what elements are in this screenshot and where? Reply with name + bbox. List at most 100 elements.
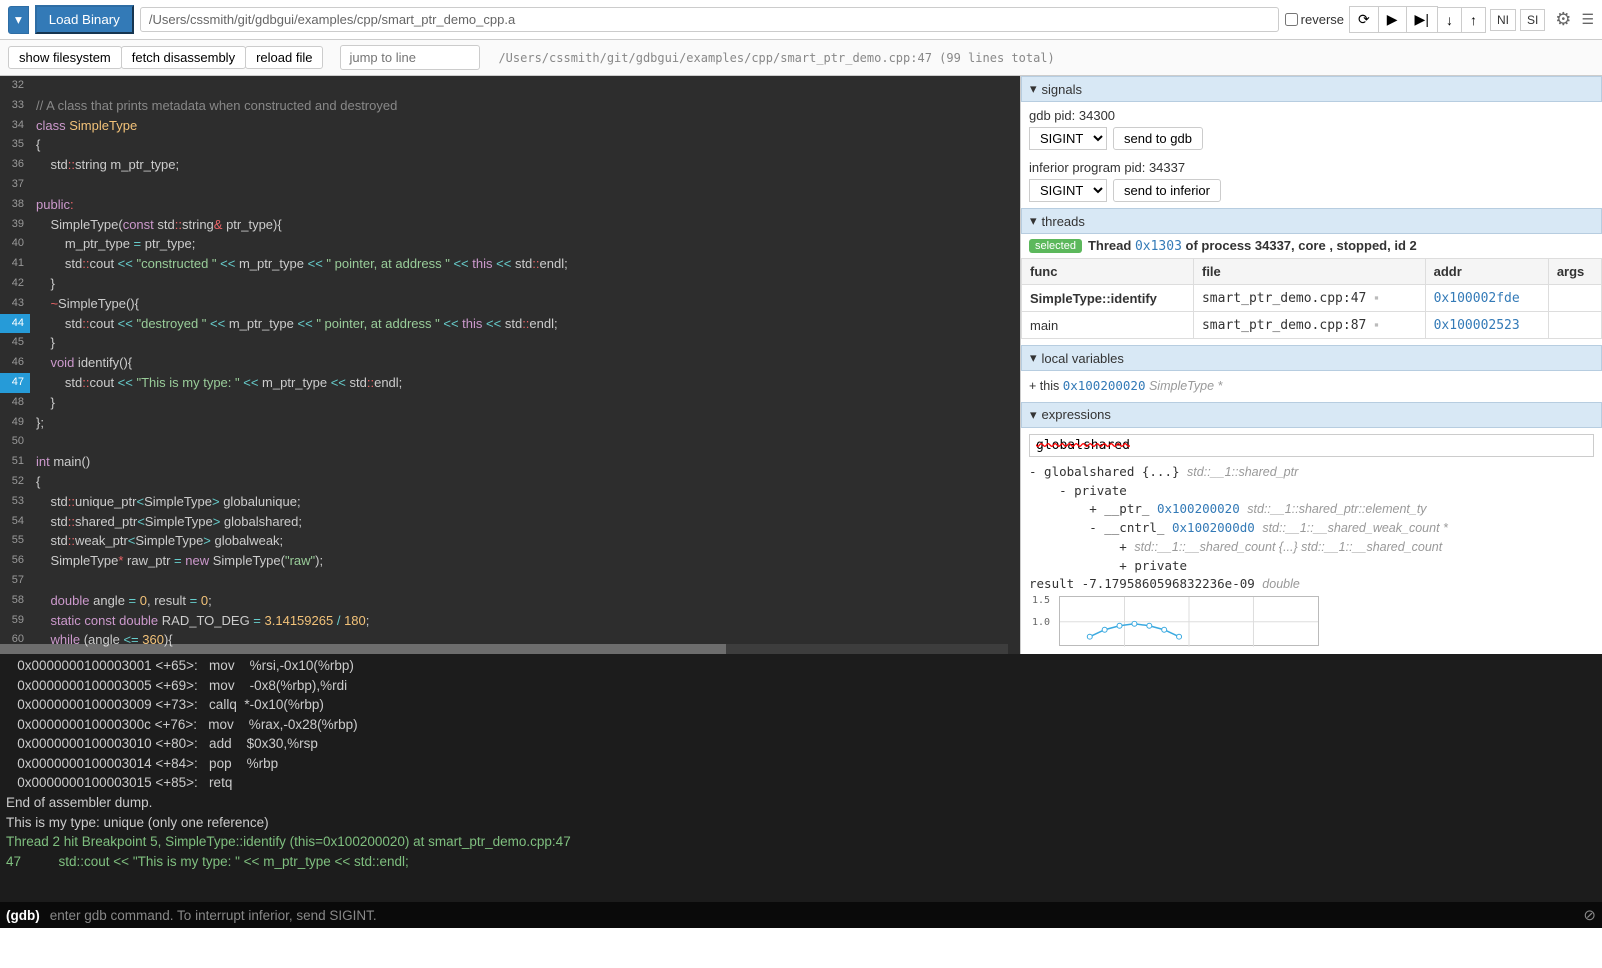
code-line[interactable]: 40 m_ptr_type = ptr_type; <box>0 234 1020 254</box>
line-number[interactable]: 36 <box>0 155 30 175</box>
send-to-inferior-button[interactable]: send to inferior <box>1113 179 1221 202</box>
si-button[interactable]: SI <box>1520 9 1545 31</box>
code-line[interactable]: 58 double angle = 0, result = 0; <box>0 591 1020 611</box>
line-number[interactable]: 38 <box>0 195 30 215</box>
load-binary-button[interactable]: Load Binary <box>35 5 134 34</box>
line-number[interactable]: 46 <box>0 353 30 373</box>
continue-button[interactable]: ▶ <box>1378 6 1407 33</box>
line-number[interactable]: 51 <box>0 452 30 472</box>
code-line[interactable]: 49}; <box>0 413 1020 433</box>
code-line[interactable]: 53 std::unique_ptr<SimpleType> globaluni… <box>0 492 1020 512</box>
ni-button[interactable]: NI <box>1490 9 1516 31</box>
stack-frame-row[interactable]: SimpleType::identifysmart_ptr_demo.cpp:4… <box>1022 285 1602 312</box>
line-number[interactable]: 42 <box>0 274 30 294</box>
gdb-hint[interactable]: enter gdb command. To interrupt inferior… <box>50 908 377 923</box>
expression-input[interactable] <box>1029 434 1594 457</box>
line-number[interactable]: 45 <box>0 333 30 353</box>
stack-frame-row[interactable]: mainsmart_ptr_demo.cpp:87 ▪0x100002523 <box>1022 312 1602 339</box>
reverse-checkbox[interactable] <box>1285 13 1298 26</box>
line-number[interactable]: 35 <box>0 135 30 155</box>
line-number[interactable]: 56 <box>0 551 30 571</box>
reload-file-button[interactable]: reload file <box>245 46 323 69</box>
code-line[interactable]: 36 std::string m_ptr_type; <box>0 155 1020 175</box>
thread-addr-link[interactable]: 0x1303 <box>1135 239 1182 254</box>
restart-button[interactable]: ⟳ <box>1349 6 1379 33</box>
code-line[interactable]: 59 static const double RAD_TO_DEG = 3.14… <box>0 611 1020 631</box>
line-number[interactable]: 52 <box>0 472 30 492</box>
line-number[interactable]: 43 <box>0 294 30 314</box>
binary-path-input[interactable] <box>140 7 1279 32</box>
line-number[interactable]: 58 <box>0 591 30 611</box>
code-line[interactable]: 41 std::cout << "constructed " << m_ptr_… <box>0 254 1020 274</box>
step-out-button[interactable]: ↑ <box>1461 7 1486 33</box>
line-number[interactable]: 55 <box>0 531 30 551</box>
code-line[interactable]: 50 <box>0 432 1020 452</box>
expression-tree-row[interactable]: result -7.1795860596832236e-09 double <box>1029 575 1594 594</box>
expression-tree-row[interactable]: - globalshared {...} std::__1::shared_pt… <box>1029 463 1594 482</box>
code-line[interactable]: 45 } <box>0 333 1020 353</box>
menu-icon[interactable]: ☰ <box>1581 11 1594 28</box>
show-filesystem-button[interactable]: show filesystem <box>8 46 122 69</box>
fetch-disassembly-button[interactable]: fetch disassembly <box>121 46 246 69</box>
line-number[interactable]: 54 <box>0 512 30 532</box>
code-line[interactable]: 39 SimpleType(const std::string& ptr_typ… <box>0 215 1020 235</box>
code-line[interactable]: 43 ~SimpleType(){ <box>0 294 1020 314</box>
local-var-row[interactable]: + this 0x100200020 SimpleType * <box>1021 371 1602 402</box>
line-number[interactable]: 53 <box>0 492 30 512</box>
code-line[interactable]: 55 std::weak_ptr<SimpleType> globalweak; <box>0 531 1020 551</box>
code-line[interactable]: 56 SimpleType* raw_ptr = new SimpleType(… <box>0 551 1020 571</box>
signals-header[interactable]: ▾signals <box>1021 76 1602 102</box>
code-line[interactable]: 44 std::cout << "destroyed " << m_ptr_ty… <box>0 314 1020 334</box>
code-line[interactable]: 32 <box>0 76 1020 96</box>
expression-tree-row[interactable]: + std::__1::__shared_count {...} std::__… <box>1029 538 1594 557</box>
code-line[interactable]: 48 } <box>0 393 1020 413</box>
code-line[interactable]: 38public: <box>0 195 1020 215</box>
expression-tree-row[interactable]: + private <box>1029 557 1594 576</box>
line-number[interactable]: 41 <box>0 254 30 274</box>
line-number[interactable]: 59 <box>0 611 30 631</box>
code-line[interactable]: 51int main() <box>0 452 1020 472</box>
line-number[interactable]: 47 <box>0 373 30 393</box>
line-number[interactable]: 48 <box>0 393 30 413</box>
code-text <box>30 76 1020 96</box>
expression-tree-row[interactable]: + __ptr_ 0x100200020 std::__1::shared_pt… <box>1029 500 1594 519</box>
code-line[interactable]: 57 <box>0 571 1020 591</box>
inferior-signal-select[interactable]: SIGINT <box>1029 179 1107 202</box>
gdb-signal-select[interactable]: SIGINT <box>1029 127 1107 150</box>
send-to-gdb-button[interactable]: send to gdb <box>1113 127 1203 150</box>
line-number[interactable]: 57 <box>0 571 30 591</box>
expression-tree-row[interactable]: - private <box>1029 482 1594 501</box>
expressions-header[interactable]: ▾expressions <box>1021 402 1602 428</box>
reverse-checkbox-label[interactable]: reverse <box>1285 12 1344 27</box>
code-line[interactable]: 46 void identify(){ <box>0 353 1020 373</box>
line-number[interactable]: 49 <box>0 413 30 433</box>
line-number[interactable]: 50 <box>0 432 30 452</box>
line-number[interactable]: 44 <box>0 314 30 334</box>
code-line[interactable]: 52{ <box>0 472 1020 492</box>
source-code-pane[interactable]: 3233// A class that prints metadata when… <box>0 76 1020 654</box>
chevron-down-icon: ▾ <box>1030 407 1037 423</box>
settings-gear-icon[interactable]: ⚙ <box>1555 9 1571 30</box>
jump-to-line-input[interactable] <box>340 45 480 70</box>
code-line[interactable]: 33// A class that prints metadata when c… <box>0 96 1020 116</box>
code-line[interactable]: 35{ <box>0 135 1020 155</box>
line-number[interactable]: 40 <box>0 234 30 254</box>
load-binary-dropdown[interactable]: ▾ <box>8 6 29 34</box>
code-line[interactable]: 37 <box>0 175 1020 195</box>
threads-header[interactable]: ▾threads <box>1021 208 1602 234</box>
line-number[interactable]: 37 <box>0 175 30 195</box>
line-number[interactable]: 32 <box>0 76 30 96</box>
code-line[interactable]: 34class SimpleType <box>0 116 1020 136</box>
code-line[interactable]: 42 } <box>0 274 1020 294</box>
code-line[interactable]: 47 std::cout << "This is my type: " << m… <box>0 373 1020 393</box>
code-horiz-scrollbar[interactable] <box>0 644 1008 654</box>
next-button[interactable]: ▶| <box>1406 6 1438 33</box>
line-number[interactable]: 39 <box>0 215 30 235</box>
expression-tree-row[interactable]: - __cntrl_ 0x1002000d0 std::__1::__share… <box>1029 519 1594 538</box>
gdb-console[interactable]: 0x0000000100003001 <+65>: mov %rsi,-0x10… <box>0 654 1602 902</box>
locals-header[interactable]: ▾local variables <box>1021 345 1602 371</box>
line-number[interactable]: 34 <box>0 116 30 136</box>
line-number[interactable]: 33 <box>0 96 30 116</box>
code-line[interactable]: 54 std::shared_ptr<SimpleType> globalsha… <box>0 512 1020 532</box>
step-in-button[interactable]: ↓ <box>1437 7 1462 33</box>
